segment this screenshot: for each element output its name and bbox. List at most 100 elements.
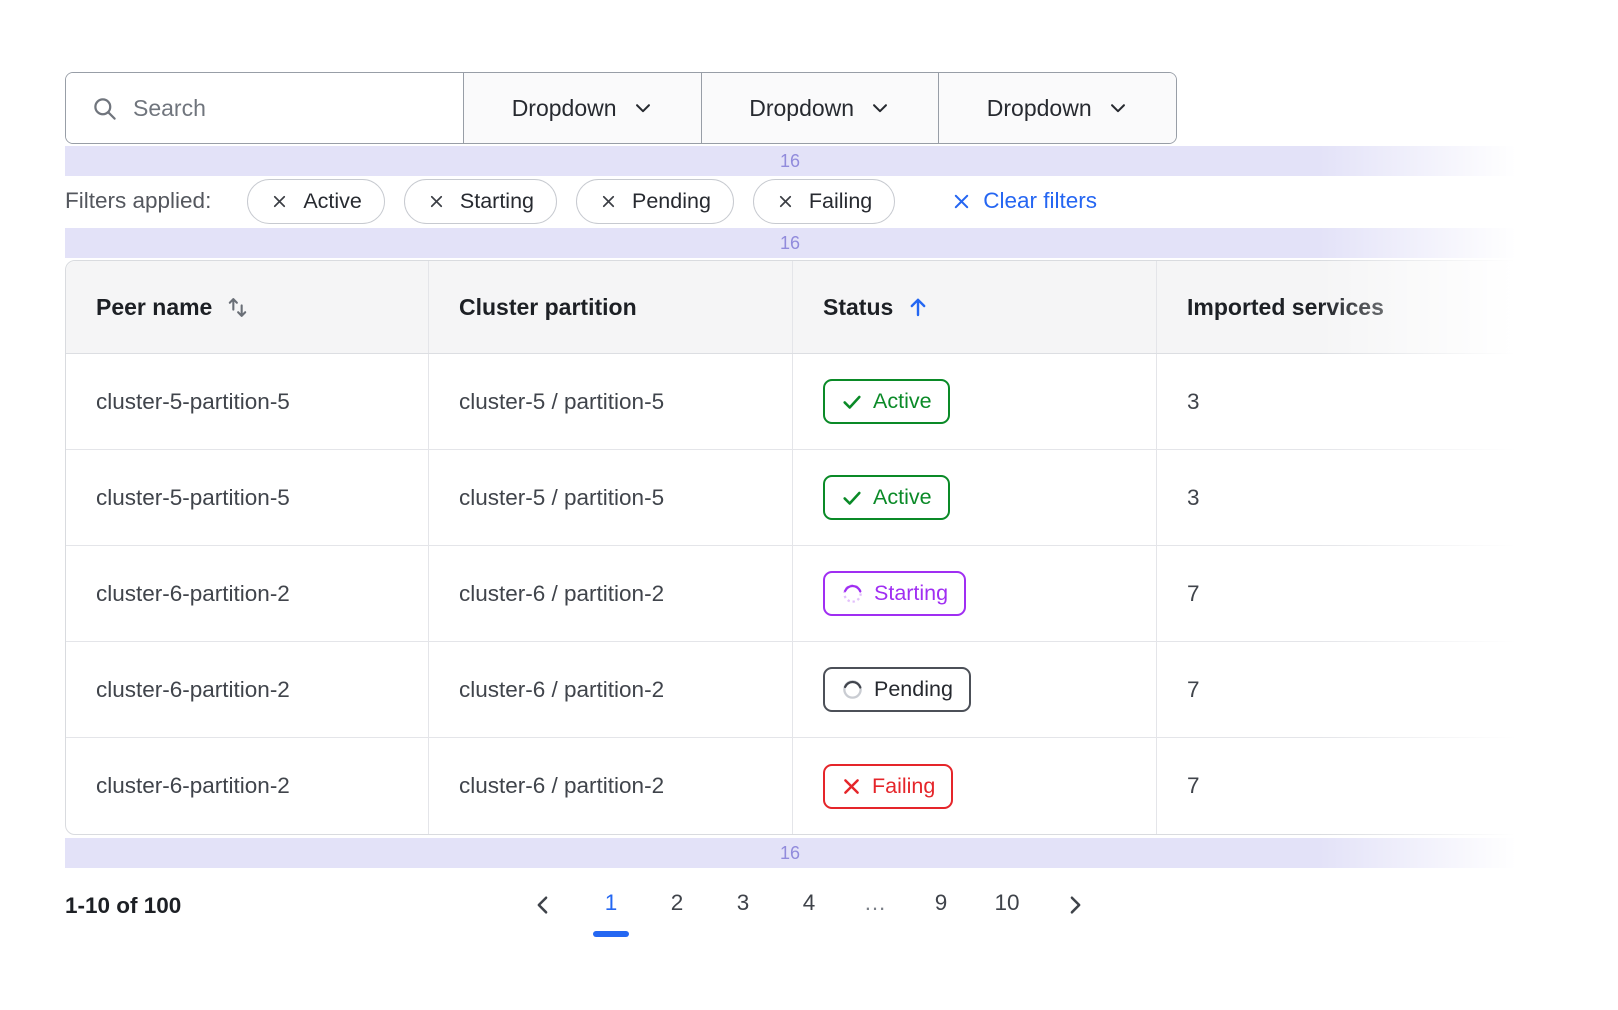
search-input[interactable] [133,95,443,122]
search-icon [91,95,118,122]
column-label: Cluster partition [459,294,637,321]
chevron-down-icon [1107,97,1129,119]
column-label: Peer name [96,294,212,321]
dismiss-icon [599,192,618,211]
page-button-10[interactable]: 10 [994,872,1020,937]
spacing-annotation-value: 16 [780,151,800,172]
page-button-2[interactable]: 2 [664,872,690,937]
x-icon [841,776,862,797]
spacing-annotation-bar: 16 [65,838,1515,868]
cell-cluster-partition: cluster-6 / partition-2 [428,642,792,737]
table-header-row: Peer name Cluster partition Status Impor… [66,261,1519,354]
chevron-down-icon [632,97,654,119]
clear-icon [951,191,972,212]
cell-peer-name: cluster-6-partition-2 [66,642,428,737]
table-row: cluster-6-partition-2 cluster-6 / partit… [66,738,1519,834]
status-badge-starting: Starting [823,571,966,616]
pagination-range-summary: 1-10 of 100 [65,893,181,919]
chevron-down-icon [869,97,891,119]
cell-cluster-partition: cluster-5 / partition-5 [428,450,792,545]
filter-toolbar: Dropdown Dropdown Dropdown [65,72,1177,144]
table-row: cluster-6-partition-2 cluster-6 / partit… [66,642,1519,738]
chevron-right-icon [1062,892,1087,917]
cell-imported-services: 7 [1156,642,1517,737]
page-button-4[interactable]: 4 [796,872,822,937]
cell-cluster-partition: cluster-5 / partition-5 [428,354,792,449]
spinner-icon [841,582,864,605]
column-header-peer-name[interactable]: Peer name [66,261,428,353]
dropdown-label: Dropdown [749,95,854,122]
cell-imported-services: 3 [1156,450,1517,545]
cell-status: Active [792,354,1156,449]
column-label: Imported services [1187,294,1384,321]
cell-peer-name: cluster-5-partition-5 [66,354,428,449]
table-row: cluster-5-partition-5 cluster-5 / partit… [66,354,1519,450]
page-button-1[interactable]: 1 [598,872,624,937]
status-badge-label: Active [873,389,932,414]
filter-chip-label: Failing [809,189,872,214]
search-field[interactable] [66,73,463,143]
filter-chip-failing[interactable]: Failing [753,179,895,224]
previous-page-button[interactable] [529,876,558,933]
column-label: Status [823,294,893,321]
dropdown-button-2[interactable]: Dropdown [701,73,939,143]
dismiss-icon [776,192,795,211]
check-icon [841,391,863,413]
cell-peer-name: cluster-6-partition-2 [66,546,428,641]
dropdown-button-1[interactable]: Dropdown [463,73,701,143]
cell-status: Active [792,450,1156,545]
status-badge-label: Active [873,485,932,510]
dismiss-icon [427,192,446,211]
clear-filters-button[interactable]: Clear filters [951,188,1097,214]
filter-chip-label: Starting [460,189,534,214]
cell-imported-services: 7 [1156,738,1517,834]
filter-chip-label: Pending [632,189,711,214]
applied-filters-bar: Filters applied: Active Starting Pending… [65,178,1097,224]
check-icon [841,487,863,509]
next-page-button[interactable] [1060,876,1089,933]
cell-imported-services: 7 [1156,546,1517,641]
status-badge-active: Active [823,475,950,520]
page-button-9[interactable]: 9 [928,872,954,937]
status-badge-failing: Failing [823,764,953,809]
filter-chip-label: Active [303,189,362,214]
peers-table: Peer name Cluster partition Status Impor… [65,260,1520,835]
page-button-3[interactable]: 3 [730,872,756,937]
sort-arrows-icon [225,295,250,320]
status-badge-active: Active [823,379,950,424]
column-header-status[interactable]: Status [792,261,1156,353]
dismiss-icon [270,192,289,211]
spacing-annotation-bar: 16 [65,228,1515,258]
chevron-left-icon [531,892,556,917]
cell-status: Failing [792,738,1156,834]
filters-applied-label: Filters applied: [65,188,211,214]
status-badge-label: Starting [874,581,948,606]
spacing-annotation-value: 16 [780,843,800,864]
status-badge-label: Failing [872,774,935,799]
status-badge-pending: Pending [823,667,971,712]
cell-peer-name: cluster-5-partition-5 [66,450,428,545]
dropdown-label: Dropdown [512,95,617,122]
cell-cluster-partition: cluster-6 / partition-2 [428,546,792,641]
spinner-icon [841,678,864,701]
cell-peer-name: cluster-6-partition-2 [66,738,428,834]
pages-ellipsis: … [862,872,888,937]
clear-filters-label: Clear filters [983,188,1097,214]
pagination-bar: 1-10 of 100 1 2 3 4 … 9 10 [0,872,1618,952]
page: Dropdown Dropdown Dropdown 16 16 16 Filt… [0,0,1618,1010]
table-row: cluster-6-partition-2 cluster-6 / partit… [66,546,1519,642]
filter-chip-pending[interactable]: Pending [576,179,734,224]
table-row: cluster-5-partition-5 cluster-5 / partit… [66,450,1519,546]
sort-ascending-icon [906,295,930,319]
column-header-imported-services: Imported services [1156,261,1517,353]
cell-cluster-partition: cluster-6 / partition-2 [428,738,792,834]
pagination-nav: 1 2 3 4 … 9 10 [529,872,1089,937]
dropdown-button-3[interactable]: Dropdown [938,73,1176,143]
spacing-annotation-value: 16 [780,233,800,254]
status-badge-label: Pending [874,677,953,702]
spacing-annotation-bar: 16 [65,146,1515,176]
filter-chip-starting[interactable]: Starting [404,179,557,224]
cell-imported-services: 3 [1156,354,1517,449]
column-header-cluster-partition: Cluster partition [428,261,792,353]
filter-chip-active[interactable]: Active [247,179,385,224]
